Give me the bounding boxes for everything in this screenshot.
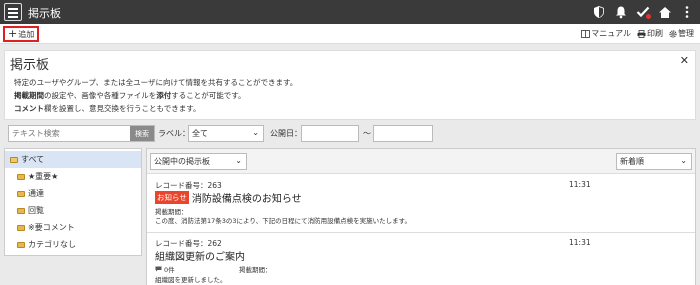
gear-icon xyxy=(669,29,677,38)
check-todo-icon[interactable] xyxy=(636,4,651,20)
search-button[interactable]: 検索 xyxy=(130,126,154,141)
info-title: 掲示板 xyxy=(10,58,50,73)
toolbar: + 追加 マニュアル 印刷 管理 xyxy=(0,24,700,44)
info-line-2: 掲載期間の設定や、画像や各種ファイルを添付することが可能です。 xyxy=(14,91,246,100)
print-link-label: 印刷 xyxy=(647,29,663,38)
label-select-value: 全て xyxy=(192,129,208,138)
category-item-circular[interactable]: 回覧 xyxy=(5,202,141,219)
search-input[interactable] xyxy=(9,126,130,141)
category-panel: すべて ★重要★ 通達 回覧 ※要コメント カテゴリなし xyxy=(4,148,142,256)
record-time: 11:31 xyxy=(569,238,591,247)
category-label: ※要コメント xyxy=(28,223,75,232)
home-icon[interactable] xyxy=(658,4,672,20)
category-item-all[interactable]: すべて xyxy=(5,151,141,168)
category-item-important[interactable]: ★重要★ xyxy=(5,168,141,185)
app-title: 掲示板 xyxy=(28,7,61,20)
more-vertical-icon[interactable] xyxy=(680,4,694,20)
date-to-input[interactable] xyxy=(373,125,433,142)
sort-select[interactable]: 新着順 ⌄ xyxy=(616,153,692,170)
print-link[interactable]: 印刷 xyxy=(637,28,663,39)
add-button-label: 追加 xyxy=(18,29,35,39)
printer-icon xyxy=(637,29,646,38)
label-select[interactable]: 全て ⌄ xyxy=(188,125,264,142)
category-label: すべて xyxy=(21,155,45,164)
manual-link[interactable]: マニュアル xyxy=(581,28,631,39)
comment-count: 0件 xyxy=(155,264,175,274)
info-line-3: コメント欄を設置し、意見交換を行うこともできます。 xyxy=(14,104,201,113)
record-card[interactable]: レコード番号：262 11:31 組織図更新のご案内 0件 掲載期間： 組織図を… xyxy=(147,234,695,285)
label-filter-label: ラベル： xyxy=(158,129,190,138)
category-item-uncategorized[interactable]: カテゴリなし xyxy=(5,236,141,253)
manage-link[interactable]: 管理 xyxy=(669,28,694,39)
record-body: この度、消防法第17条3の3により、下記の日程にて消防用設備点検を実施いたします… xyxy=(155,217,412,225)
record-tag: お知らせ xyxy=(155,191,189,204)
record-card[interactable]: レコード番号：263 11:31 お知らせ 消防設備点検のお知らせ 掲載期間： … xyxy=(147,176,695,233)
category-item-comment-required[interactable]: ※要コメント xyxy=(5,219,141,236)
sort-select-value: 新着順 xyxy=(620,157,644,166)
scope-select[interactable]: 公開中の掲示板 ⌄ xyxy=(150,153,247,170)
top-bar: 掲示板 xyxy=(0,0,700,24)
search-box: 検索 xyxy=(8,125,155,142)
add-button[interactable]: + 追加 xyxy=(3,26,40,42)
record-title[interactable]: 組織図更新のご案内 xyxy=(155,248,245,263)
comment-icon xyxy=(155,266,162,272)
date-range-separator: 〜 xyxy=(363,129,371,138)
manage-link-label: 管理 xyxy=(678,29,694,38)
record-title-text: 組織図更新のご案内 xyxy=(155,252,245,263)
record-title[interactable]: お知らせ 消防設備点検のお知らせ xyxy=(155,190,302,205)
comment-count-value: 0件 xyxy=(164,266,175,274)
list-header: 公開中の掲示板 ⌄ 新着順 ⌄ xyxy=(147,149,695,174)
record-body: 組織図を更新しました。 xyxy=(155,276,227,284)
record-time: 11:31 xyxy=(569,180,591,189)
category-label: ★重要★ xyxy=(28,172,59,181)
category-label: 回覧 xyxy=(28,206,44,215)
hamburger-menu-icon[interactable] xyxy=(4,3,22,21)
folder-open-icon xyxy=(10,156,18,163)
plus-icon: + xyxy=(8,27,18,40)
folder-icon xyxy=(17,241,25,248)
record-title-text: 消防設備点検のお知らせ xyxy=(191,194,302,205)
info-panel: 掲示板 ✕ 特定のユーザやグループ、または全ユーザに向けて情報を共有することがで… xyxy=(4,50,696,120)
bell-icon[interactable] xyxy=(614,4,628,20)
manual-link-label: マニュアル xyxy=(591,29,631,38)
record-period-label: 掲載期間： xyxy=(239,266,272,274)
info-line-1: 特定のユーザやグループ、または全ユーザに向けて情報を共有することができます。 xyxy=(14,78,298,87)
chevron-down-icon: ⌄ xyxy=(235,156,242,165)
shield-icon[interactable] xyxy=(592,4,606,20)
chevron-down-icon: ⌄ xyxy=(252,128,259,137)
bulletin-list: 公開中の掲示板 ⌄ 新着順 ⌄ レコード番号：263 11:31 お知らせ 消防… xyxy=(146,148,696,285)
scope-select-value: 公開中の掲示板 xyxy=(154,157,210,166)
close-icon[interactable]: ✕ xyxy=(680,54,689,67)
filter-bar: 検索 ラベル： 全て ⌄ 公開日： 〜 xyxy=(4,124,696,144)
book-icon xyxy=(581,29,591,38)
folder-icon xyxy=(17,190,25,197)
date-from-input[interactable] xyxy=(301,125,359,142)
notification-badge xyxy=(646,14,651,19)
folder-icon xyxy=(17,224,25,231)
category-item-notice[interactable]: 通達 xyxy=(5,185,141,202)
publish-date-label: 公開日： xyxy=(270,129,302,138)
folder-icon xyxy=(17,173,25,180)
category-label: 通達 xyxy=(28,189,44,198)
folder-icon xyxy=(17,207,25,214)
category-label: カテゴリなし xyxy=(28,240,76,249)
chevron-down-icon: ⌄ xyxy=(680,156,687,165)
